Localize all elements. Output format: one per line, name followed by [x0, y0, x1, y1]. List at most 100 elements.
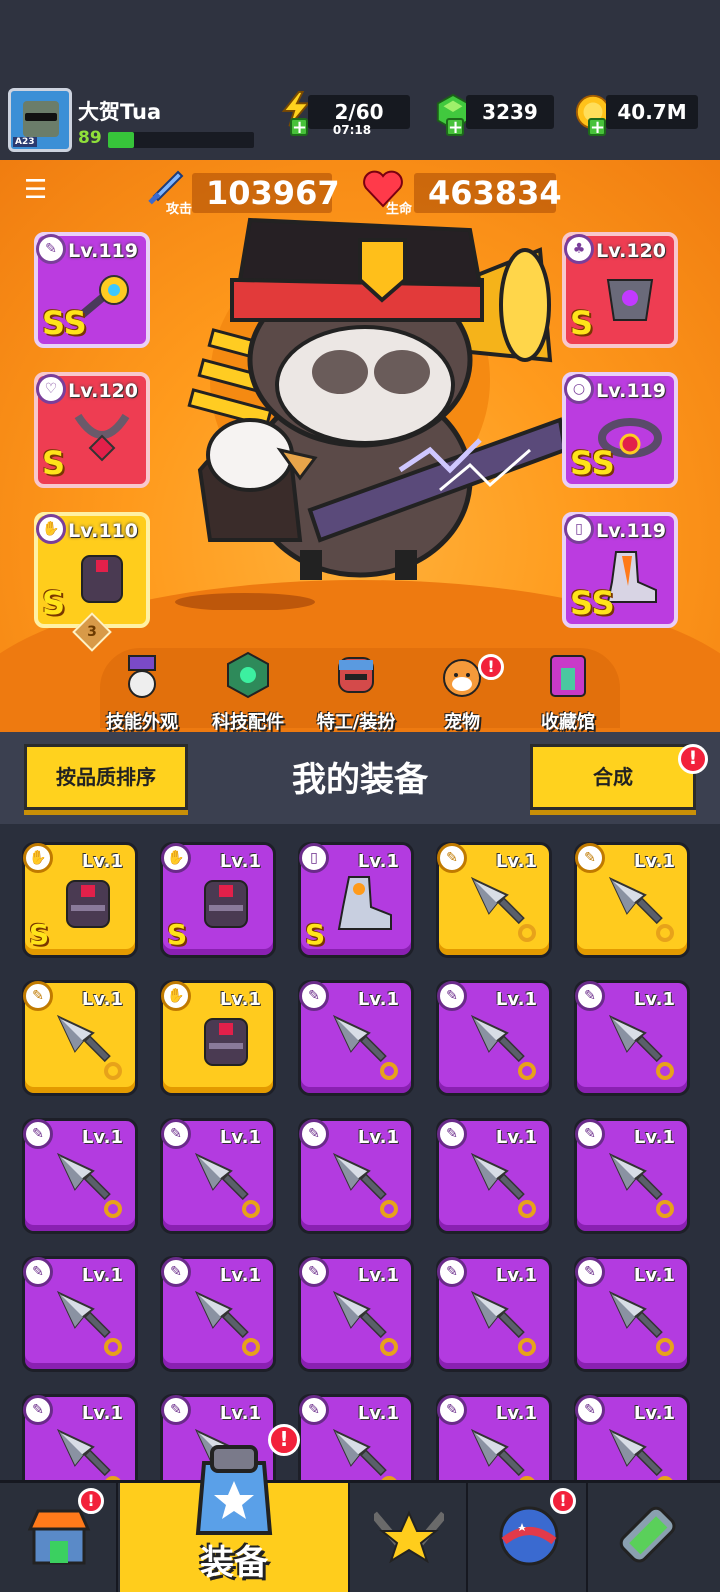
- equipped-boots-level: Lv.119: [596, 520, 666, 542]
- equipped-weapon-slot[interactable]: ✎ Lv.119 SS: [34, 232, 150, 348]
- game-screen: A23 大贺Tua 89 + 2/60 07:18 + 3239 + 40.7M…: [0, 0, 720, 1592]
- gear-necklace-icon: [74, 413, 130, 462]
- item-level: Lv.1: [219, 851, 261, 872]
- gauntlet-icon: [204, 1018, 248, 1066]
- inventory-item-card[interactable]: ✎ Lv.1: [574, 1118, 690, 1234]
- kunai-icon: [470, 1290, 536, 1356]
- inventory-item-card[interactable]: ✎ Lv.1: [160, 1118, 276, 1234]
- item-level: Lv.1: [219, 989, 261, 1010]
- kunai-icon: [56, 1152, 122, 1218]
- inventory-item-card[interactable]: ✎ Lv.1: [22, 980, 138, 1096]
- item-level: Lv.1: [633, 1265, 675, 1286]
- item-level: Lv.1: [357, 1265, 399, 1286]
- inventory-item-card[interactable]: ✎ Lv.1: [436, 1256, 552, 1372]
- inventory-item-card[interactable]: ✎ Lv.1: [436, 980, 552, 1096]
- pet-icon: [443, 659, 481, 697]
- nav-battle-tab[interactable]: [350, 1483, 468, 1592]
- inventory-item-card[interactable]: ✎ Lv.1: [574, 842, 690, 958]
- inventory-item-card[interactable]: ✋ Lv.1 S: [22, 842, 138, 958]
- list-menu-icon[interactable]: ☰: [24, 176, 56, 204]
- kunai-icon: [332, 1152, 398, 1218]
- nav-gene-tab[interactable]: [590, 1483, 720, 1592]
- gem-plus-button[interactable]: +: [446, 118, 464, 137]
- feature-tech-button[interactable]: 科技配件: [198, 650, 298, 734]
- gene-icon: [619, 1506, 676, 1563]
- inventory-item-card[interactable]: ✎ Lv.1: [160, 1256, 276, 1372]
- equipment-title: 我的装备: [292, 760, 428, 800]
- kunai-icon: [194, 1152, 260, 1218]
- inventory-item-card[interactable]: ▯ Lv.1 S: [298, 842, 414, 958]
- equipped-weapon-level: Lv.119: [68, 240, 138, 262]
- kunai-type-icon: ✎: [437, 843, 467, 873]
- sort-by-quality-button[interactable]: 按品质排序: [24, 744, 188, 810]
- item-level: Lv.1: [633, 1403, 675, 1424]
- inventory-item-card[interactable]: ✎ Lv.1: [22, 1394, 138, 1480]
- feature-collection-button[interactable]: 收藏馆: [518, 650, 618, 734]
- merge-button[interactable]: 合成: [530, 744, 696, 810]
- energy-timer: 07:18: [332, 123, 372, 137]
- kunai-type-icon: ✎: [299, 981, 329, 1011]
- inventory-item-card[interactable]: ✎ Lv.1: [22, 1256, 138, 1372]
- nav-equipment-tab[interactable]: 装备: [120, 1445, 350, 1592]
- inventory-item-card[interactable]: ✎ Lv.1: [574, 1256, 690, 1372]
- inventory-item-card[interactable]: ✎ Lv.1: [22, 1118, 138, 1234]
- kunai-type-icon: ✎: [437, 1395, 467, 1425]
- equipped-belt-grade: SS: [570, 444, 615, 482]
- inventory-item-card[interactable]: ✎ Lv.1: [436, 1394, 552, 1480]
- item-level: Lv.1: [219, 1265, 261, 1286]
- inventory-item-card[interactable]: ✎ Lv.1: [298, 1394, 414, 1480]
- kunai-type-icon: ✎: [23, 1395, 53, 1425]
- feature-tech-label: 科技配件: [212, 712, 284, 733]
- kunai-type-icon: ✎: [437, 981, 467, 1011]
- kunai-icon: [608, 1152, 674, 1218]
- feature-agent-label: 特工/装扮: [316, 712, 396, 733]
- kunai-icon: [56, 1290, 122, 1356]
- energy-value: 2/60: [334, 100, 384, 124]
- equipped-armor-slot[interactable]: ♣ Lv.120 S: [562, 232, 678, 348]
- item-grade: S: [167, 918, 188, 951]
- inventory-item-card[interactable]: ✎ Lv.1: [574, 980, 690, 1096]
- kunai-type-icon: ✎: [575, 1395, 605, 1425]
- kunai-icon: [608, 1428, 673, 1480]
- equipped-belt-slot[interactable]: ○ Lv.119 SS: [562, 372, 678, 488]
- inventory-item-card[interactable]: ✎ Lv.1: [298, 1256, 414, 1372]
- kunai-icon: [56, 1014, 122, 1080]
- gauntlet-icon: [66, 880, 110, 928]
- skin-icon: [128, 655, 156, 698]
- kunai-type-icon: ✎: [161, 1257, 191, 1287]
- equipped-boots-slot[interactable]: ▯ Lv.119 SS: [562, 512, 678, 628]
- coin-plus-button[interactable]: +: [588, 118, 606, 137]
- kunai-icon: [332, 1014, 398, 1080]
- feature-collection-label: 收藏馆: [541, 712, 595, 733]
- kunai-icon: [194, 1290, 260, 1356]
- inventory-item-card[interactable]: ✋ Lv.1 S: [160, 842, 276, 958]
- kunai-type-icon: ✎: [437, 1119, 467, 1149]
- equipment-icon: [195, 1445, 273, 1535]
- gloves-star-count: 3: [87, 624, 97, 640]
- kunai-type-icon: ✎: [161, 1119, 191, 1149]
- kunai-type-icon: ✎: [299, 1395, 329, 1425]
- boots-icon: [337, 876, 392, 930]
- kunai-icon: [470, 1428, 535, 1480]
- player-name: 大贺Tua: [78, 100, 162, 124]
- inventory-item-card[interactable]: ✎ Lv.1: [298, 980, 414, 1096]
- item-level: Lv.1: [633, 1127, 675, 1148]
- feature-agent-button[interactable]: 特工/装扮: [306, 650, 406, 734]
- hero-character: [175, 217, 568, 610]
- equipped-gloves-slot[interactable]: ✋ Lv.110 S 3: [34, 512, 150, 652]
- health-value: 463834: [414, 173, 562, 213]
- player-level: 89: [78, 128, 102, 148]
- inventory-item-card[interactable]: ✎ Lv.1: [574, 1394, 690, 1480]
- inventory-item-card[interactable]: ✋ Lv.1: [160, 980, 276, 1096]
- agent-icon: [338, 657, 374, 693]
- player-avatar[interactable]: A23: [8, 88, 72, 152]
- kunai-type-icon: ✎: [575, 1257, 605, 1287]
- inventory-item-card[interactable]: ✎ Lv.1: [436, 1118, 552, 1234]
- equipped-necklace-slot[interactable]: ♡ Lv.120 S: [34, 372, 150, 488]
- inventory-item-card[interactable]: ✎ Lv.1: [436, 842, 552, 958]
- item-level: Lv.1: [495, 1127, 537, 1148]
- inventory-item-card[interactable]: ✎ Lv.1: [298, 1118, 414, 1234]
- gear-gauntlet-icon: [81, 555, 123, 603]
- feature-skin-button[interactable]: 技能外观: [92, 650, 192, 734]
- kunai-type-icon: ✎: [299, 1119, 329, 1149]
